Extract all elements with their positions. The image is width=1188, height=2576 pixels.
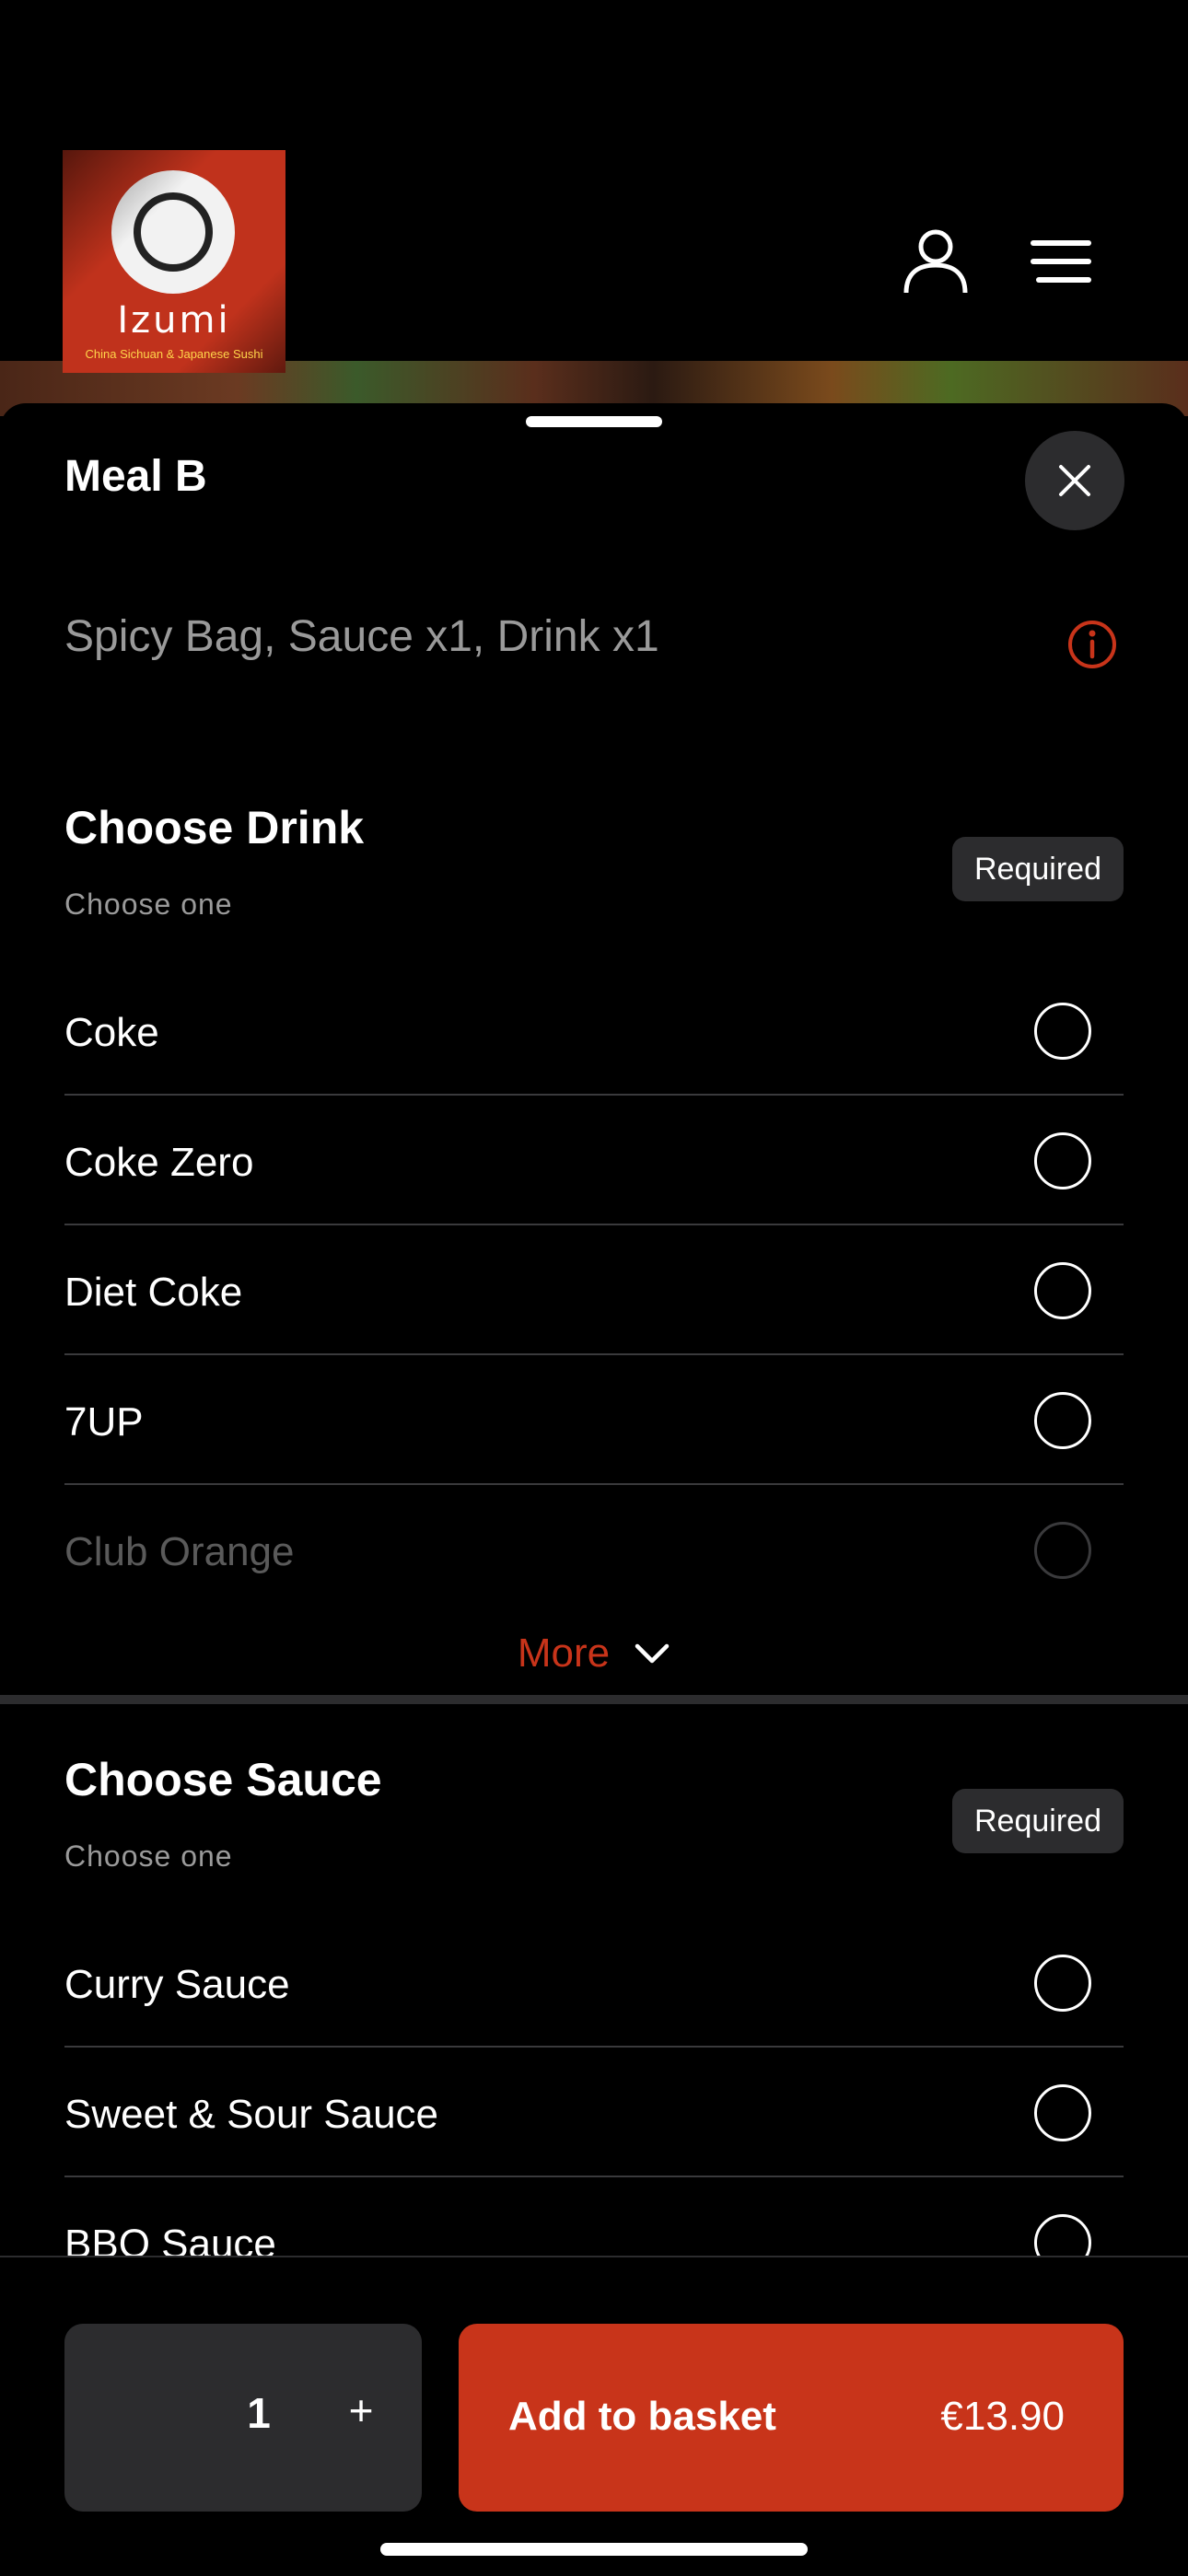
more-label: More (517, 1630, 611, 1676)
hamburger-menu-icon[interactable] (1030, 238, 1092, 285)
sauce-option[interactable]: Curry Sauce (64, 1918, 1124, 2048)
app-header: Izumi China Sichuan & Japanese Sushi (0, 0, 1188, 416)
sauce-section-subtitle: Choose one (64, 1839, 233, 1873)
chevron-down-icon (635, 1643, 670, 1664)
sauce-option[interactable]: Sweet & Sour Sauce (64, 2048, 1124, 2177)
radio-button[interactable] (1034, 1392, 1091, 1449)
sauce-section-title: Choose Sauce (64, 1754, 382, 1805)
drink-option[interactable]: Diet Coke (64, 1225, 1124, 1355)
drink-section-title: Choose Drink (64, 802, 365, 853)
home-indicator (380, 2543, 808, 2556)
drink-option[interactable]: Club Orange (64, 1485, 1124, 1615)
item-detail-sheet: Meal B Spicy Bag, Sauce x1, Drink x1 Cho… (0, 403, 1188, 2574)
add-to-basket-button[interactable]: Add to basket €13.90 (459, 2324, 1124, 2512)
option-label: Coke Zero (64, 1140, 254, 1185)
logo-subtitle: China Sichuan & Japanese Sushi (85, 347, 263, 361)
logo-brand-text: Izumi (117, 299, 231, 342)
user-icon[interactable] (901, 226, 971, 296)
item-title: Meal B (64, 452, 207, 501)
total-price: €13.90 (940, 2394, 1065, 2439)
increment-button[interactable]: + (333, 2383, 389, 2438)
radio-button[interactable] (1034, 1132, 1091, 1189)
close-button[interactable] (1025, 431, 1124, 530)
option-label: 7UP (64, 1399, 144, 1445)
radio-button[interactable] (1034, 1522, 1091, 1579)
info-icon[interactable] (1066, 619, 1118, 670)
option-label: Coke (64, 1010, 159, 1055)
add-to-basket-label: Add to basket (508, 2394, 776, 2439)
quantity-stepper[interactable]: 1 + (64, 2324, 422, 2512)
option-label: Curry Sauce (64, 1962, 290, 2007)
drink-option[interactable]: 7UP (64, 1355, 1124, 1485)
section-divider (0, 1695, 1188, 1704)
sheet-grabber[interactable] (526, 416, 662, 427)
option-label: Club Orange (64, 1529, 295, 1574)
radio-button[interactable] (1034, 1003, 1091, 1060)
drink-option[interactable]: Coke (64, 966, 1124, 1096)
more-options-button[interactable]: More (0, 1619, 1188, 1688)
bottom-action-bar: 1 + Add to basket €13.90 (0, 2256, 1188, 2576)
sauce-required-badge: Required (952, 1789, 1124, 1853)
drink-option[interactable]: Coke Zero (64, 1096, 1124, 1225)
restaurant-logo[interactable]: Izumi China Sichuan & Japanese Sushi (63, 150, 285, 373)
quantity-value: 1 (247, 2389, 271, 2437)
radio-button[interactable] (1034, 2084, 1091, 2141)
radio-button[interactable] (1034, 1955, 1091, 2012)
close-icon (1059, 465, 1090, 496)
drink-required-badge: Required (952, 837, 1124, 901)
item-description: Spicy Bag, Sauce x1, Drink x1 (64, 612, 659, 661)
option-label: Diet Coke (64, 1270, 243, 1315)
radio-button[interactable] (1034, 1262, 1091, 1319)
drink-section-subtitle: Choose one (64, 888, 233, 921)
option-label: Sweet & Sour Sauce (64, 2092, 439, 2137)
